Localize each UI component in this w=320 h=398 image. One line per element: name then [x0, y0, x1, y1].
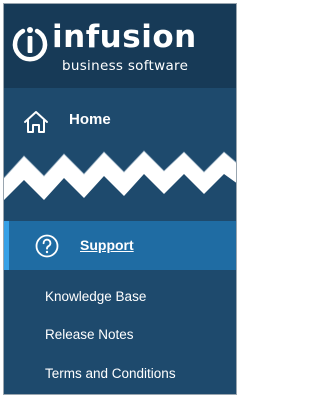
submenu-item-terms-and-conditions[interactable]: Terms and Conditions: [45, 365, 176, 383]
nav-item-support-label: Support: [80, 237, 134, 253]
submenu-item-knowledge-base[interactable]: Knowledge Base: [45, 288, 146, 306]
brand-tagline: business software: [62, 58, 189, 74]
question-circle-icon: [35, 234, 59, 258]
brand-name: infusion: [52, 19, 197, 55]
power-i-icon: [12, 27, 48, 62]
home-icon: [24, 111, 48, 133]
logo[interactable]: infusion business software: [4, 4, 236, 88]
sidebar: infusion business software Home Support …: [3, 3, 237, 395]
nav-item-support[interactable]: Support: [4, 221, 236, 270]
nav-item-home-label: Home: [69, 111, 111, 128]
submenu-item-release-notes[interactable]: Release Notes: [45, 326, 134, 344]
torn-edge-divider: [4, 150, 236, 200]
